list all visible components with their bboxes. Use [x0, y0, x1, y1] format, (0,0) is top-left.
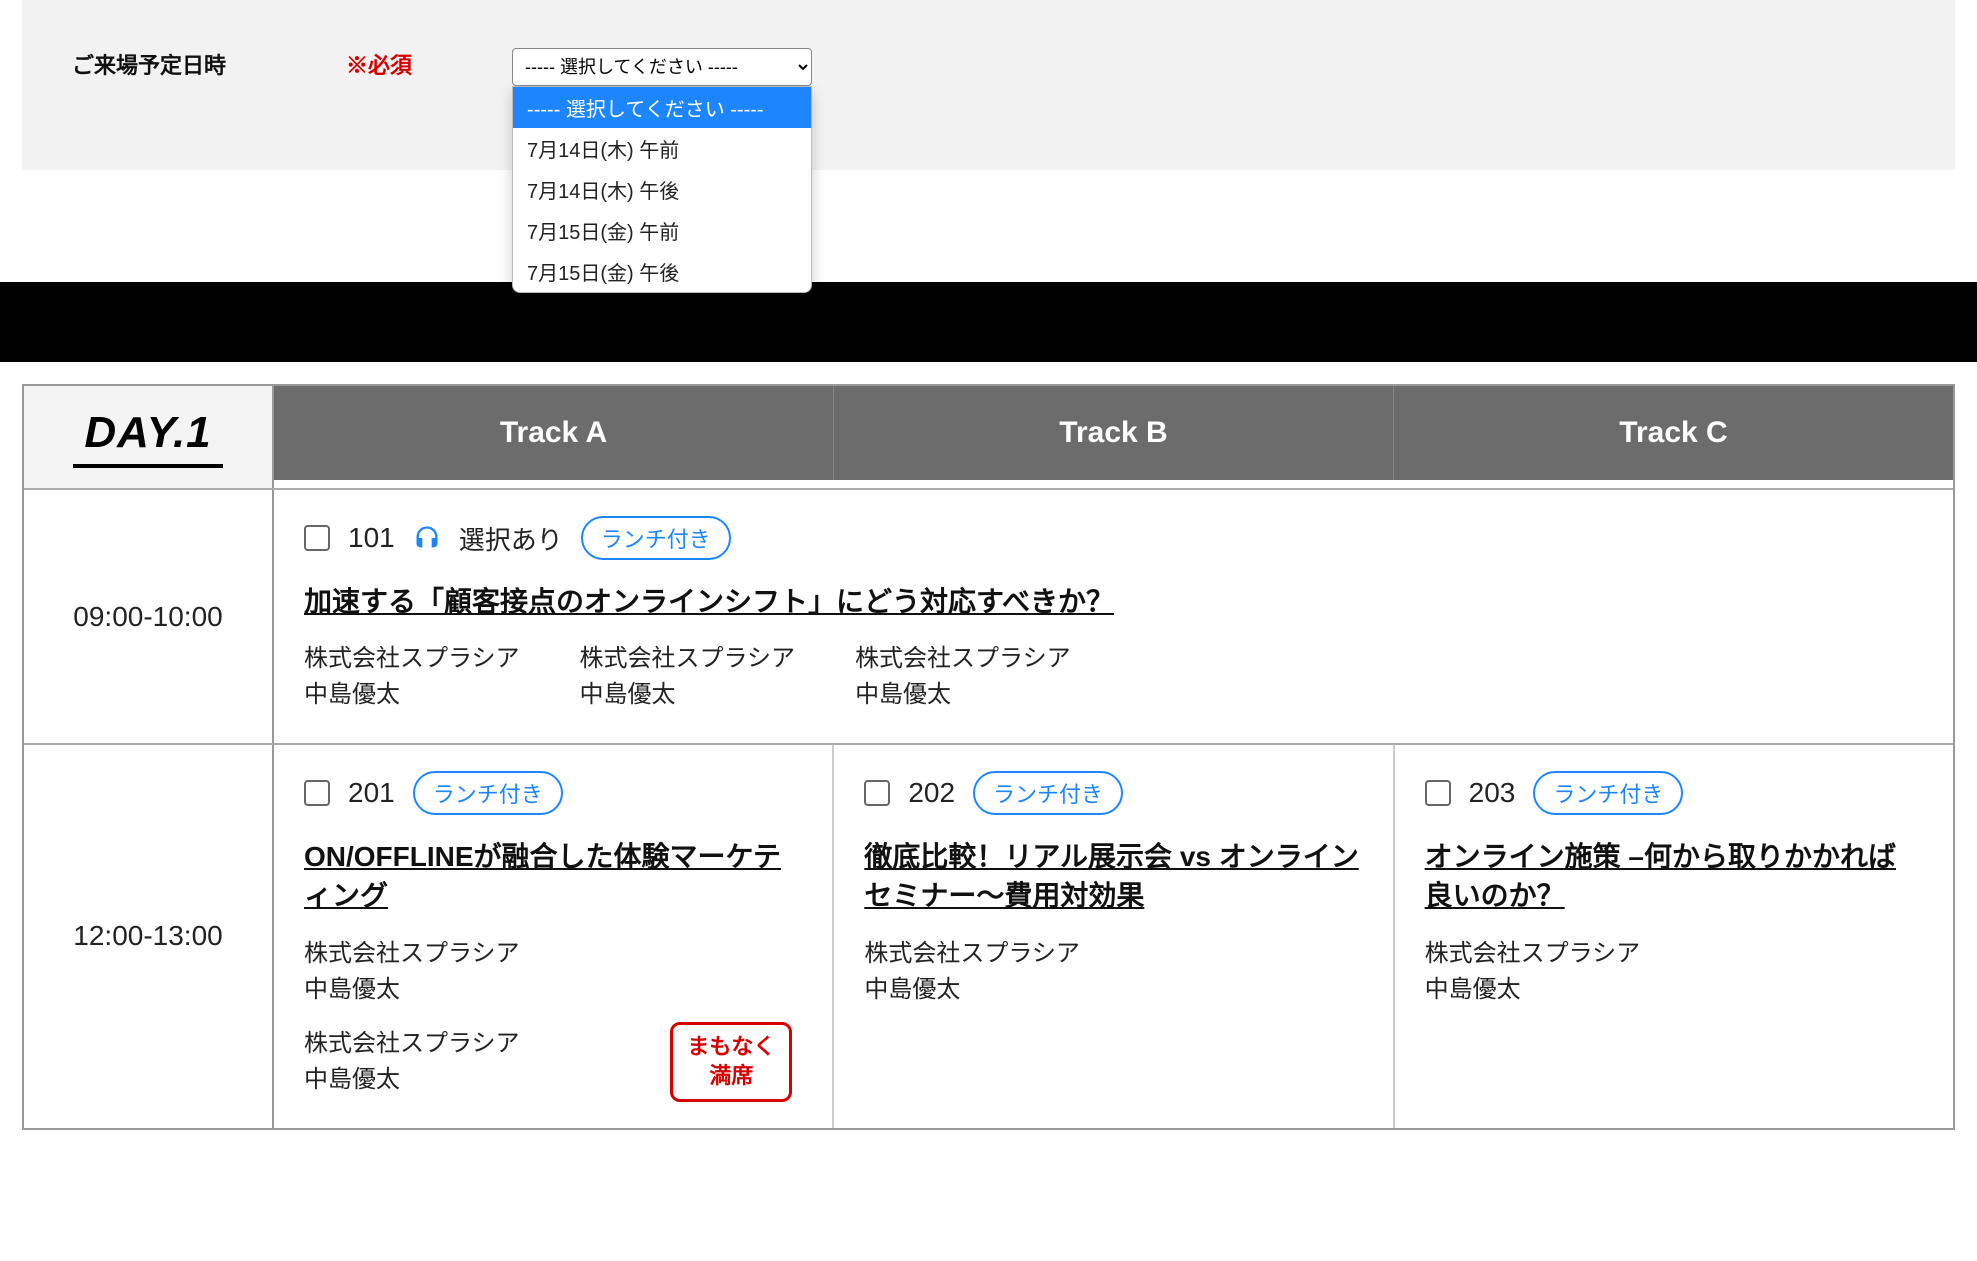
presenter: 株式会社スプラシア 中島優太 [304, 936, 802, 1008]
session-id: 202 [908, 777, 955, 809]
visit-date-option-3[interactable]: 7月15日(金) 午前 [513, 210, 811, 251]
visit-date-option-4[interactable]: 7月15日(金) 午後 [513, 251, 811, 292]
presenter: 株式会社スプラシア 中島優太 [580, 641, 796, 713]
day-underline [73, 464, 223, 468]
visit-date-dropdown: ----- 選択してください ----- 7月14日(木) 午前 7月14日(木… [512, 86, 812, 293]
form-row-visit-date: ご来場予定日時 ※必須 ----- 選択してください ----- ----- 選… [22, 0, 1955, 170]
session-title[interactable]: ON/OFFLINEが融合した体験マーケティング [304, 837, 802, 915]
session-id: 101 [348, 522, 395, 554]
session-checkbox[interactable] [864, 780, 890, 806]
time-cell: 12:00-13:00 [24, 745, 274, 1127]
soon-full-badge: まもなく 満席 [670, 1022, 792, 1101]
visit-date-select[interactable]: ----- 選択してください ----- [512, 48, 812, 86]
visit-date-label: ご来場予定日時 [72, 48, 226, 80]
visit-date-option-1[interactable]: 7月14日(木) 午前 [513, 128, 811, 169]
session-id: 203 [1469, 777, 1516, 809]
session-title[interactable]: 徹底比較！リアル展示会 vs オンラインセミナー～費用対効果 [864, 837, 1362, 915]
session-title[interactable]: オンライン施策 –何から取りかかれば良いのか？ [1425, 837, 1923, 915]
lunch-pill: ランチ付き [413, 771, 563, 815]
track-header-a: Track A [274, 386, 834, 480]
lunch-pill: ランチ付き [1533, 771, 1683, 815]
session-cell: 101 選択あり ランチ付き 加速する「顧客接点のオンラインシフト」にどう対応す… [274, 490, 1953, 743]
session-cell: 203 ランチ付き オンライン施策 –何から取りかかれば良いのか？ 株式会社スプ… [1395, 745, 1953, 1127]
session-cell: 201 ランチ付き ON/OFFLINEが融合した体験マーケティング 株式会社ス… [274, 745, 834, 1127]
selection-available-label: 選択あり [459, 520, 563, 557]
track-header-b: Track B [834, 386, 1394, 480]
session-checkbox[interactable] [304, 780, 330, 806]
time-cell: 09:00-10:00 [24, 490, 274, 743]
schedule-row: 12:00-13:00 201 ランチ付き ON/OFFLINEが融合した体験マ… [24, 743, 1953, 1127]
lunch-pill: ランチ付き [581, 516, 731, 560]
session-checkbox[interactable] [304, 525, 330, 551]
session-title[interactable]: 加速する「顧客接点のオンラインシフト」にどう対応すべきか？ [304, 582, 1923, 621]
day-label: DAY.1 [84, 408, 211, 458]
day-header: DAY.1 [24, 386, 274, 488]
presenter: 株式会社スプラシア 中島優太 [864, 936, 1080, 1008]
presenter: 株式会社スプラシア 中島優太 [855, 641, 1071, 713]
schedule-row: 09:00-10:00 101 選択あり ランチ付き 加速する「顧客接点のオ [24, 488, 1953, 743]
required-label: ※必須 [346, 48, 412, 80]
track-header-c: Track C [1394, 386, 1953, 480]
headphones-icon [413, 524, 441, 553]
presenter: 株式会社スプラシア 中島優太 [304, 641, 520, 713]
schedule-table: DAY.1 Track A Track B Track C 09:00-10:0… [22, 384, 1955, 1130]
session-id: 201 [348, 777, 395, 809]
session-checkbox[interactable] [1425, 780, 1451, 806]
visit-date-option-2[interactable]: 7月14日(木) 午後 [513, 169, 811, 210]
lunch-pill: ランチ付き [973, 771, 1123, 815]
presenter: 株式会社スプラシア 中島優太 [1425, 936, 1641, 1008]
visit-date-option-0[interactable]: ----- 選択してください ----- [513, 87, 811, 128]
session-cell: 202 ランチ付き 徹底比較！リアル展示会 vs オンラインセミナー～費用対効果… [834, 745, 1394, 1127]
